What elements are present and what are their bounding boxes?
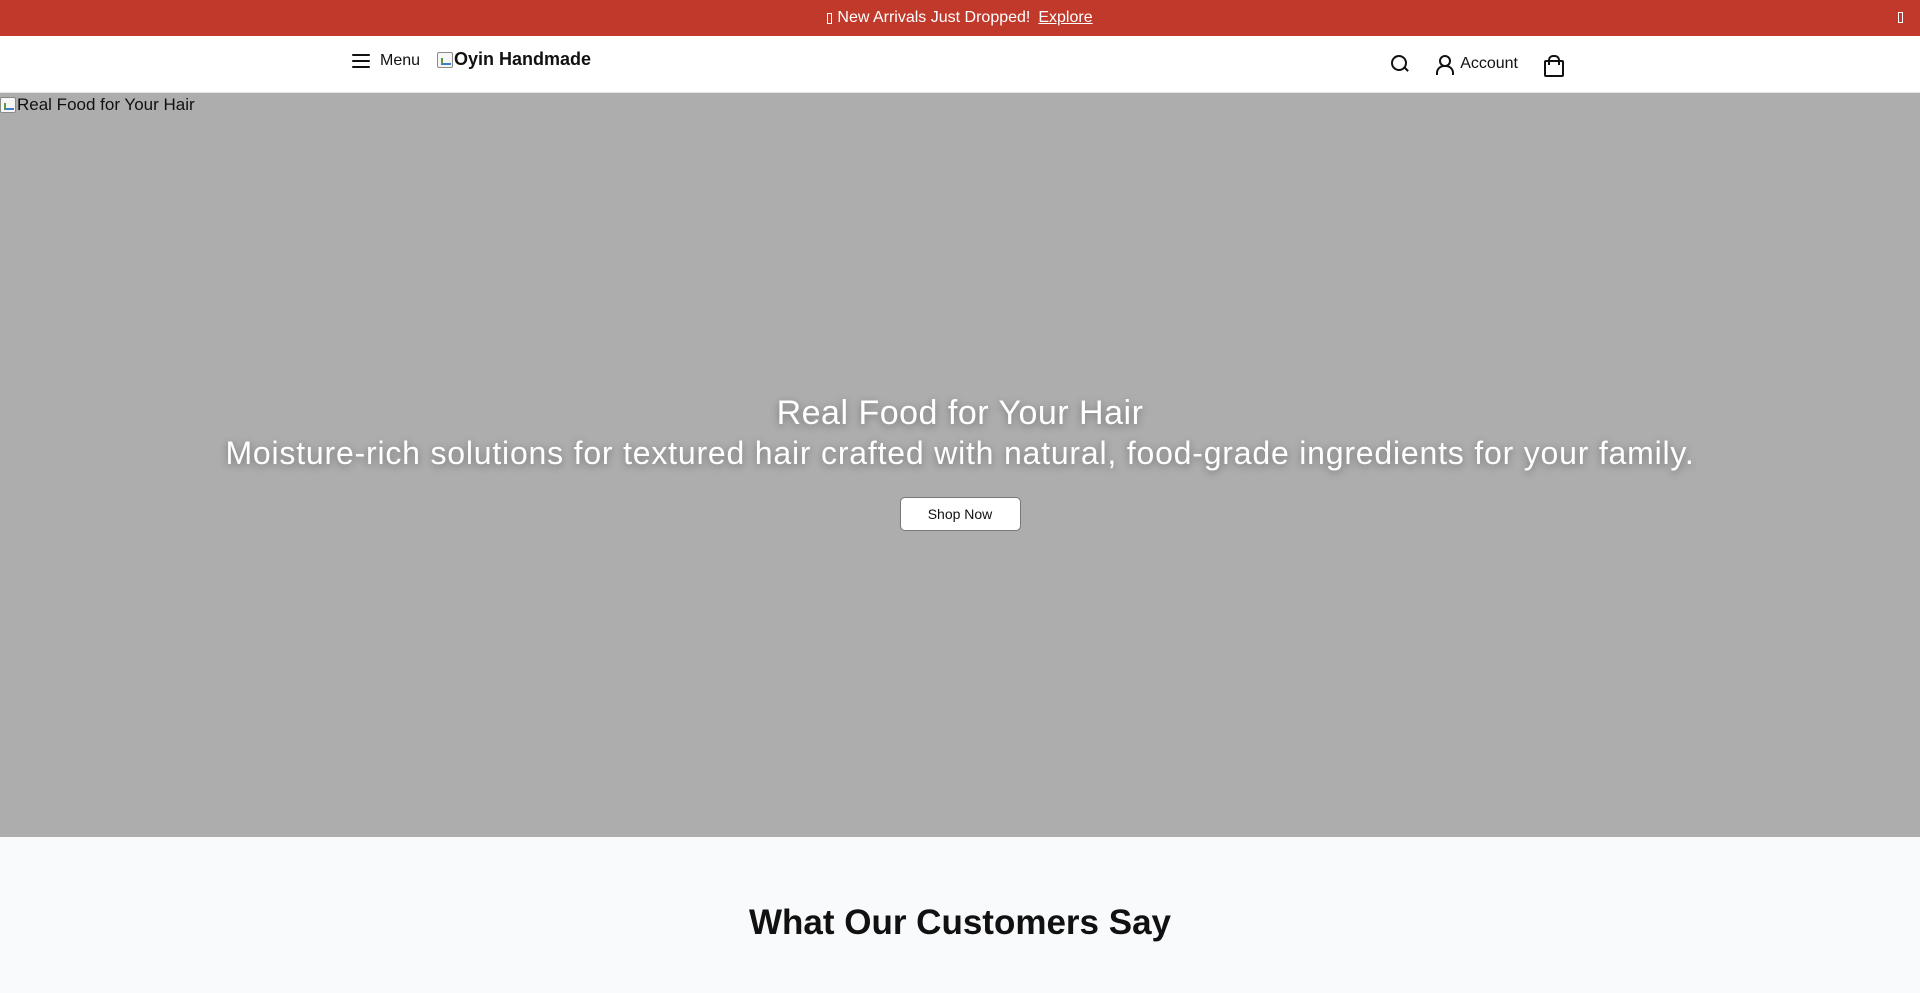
logo-alt-text: Oyin Handmade <box>454 49 592 69</box>
menu-label: Menu <box>380 52 421 69</box>
broken-image-icon <box>0 97 16 113</box>
header-actions: Account <box>1390 54 1564 77</box>
close-icon[interactable] <box>1898 12 1903 23</box>
search-icon[interactable] <box>1390 54 1410 74</box>
section-title: What Our Customers Say <box>748 903 1172 942</box>
account-link[interactable]: Account <box>1436 55 1518 75</box>
menu-button[interactable]: Menu <box>352 52 420 70</box>
gift-icon <box>827 12 833 24</box>
shop-now-button[interactable]: Shop Now <box>899 497 1021 531</box>
hero-banner: Real Food for Your Hair Real Food for Yo… <box>0 93 1920 837</box>
hero-image-placeholder: Real Food for Your Hair <box>0 95 195 115</box>
site-logo[interactable]: Oyin Handmade <box>437 49 591 70</box>
hero-title: Real Food for Your Hair <box>776 394 1144 432</box>
testimonials-section: What Our Customers Say <box>0 837 1920 993</box>
shopping-bag-icon[interactable] <box>1544 55 1564 77</box>
hero-subtitle: Moisture-rich solutions for textured hai… <box>225 435 1695 471</box>
hamburger-icon <box>352 54 370 68</box>
broken-image-icon <box>437 51 453 68</box>
announcement-bar: New Arrivals Just Dropped! Explore <box>0 0 1920 36</box>
account-label: Account <box>1460 55 1518 72</box>
user-icon <box>1436 55 1455 75</box>
announcement-text: New Arrivals Just Dropped! <box>837 9 1031 26</box>
site-header: Menu Oyin Handmade Account <box>0 36 1920 93</box>
hero-image-alt: Real Food for Your Hair <box>17 95 195 114</box>
announcement-explore-link[interactable]: Explore <box>1038 9 1092 27</box>
hero-content: Real Food for Your Hair Moisture-rich so… <box>0 393 1920 531</box>
